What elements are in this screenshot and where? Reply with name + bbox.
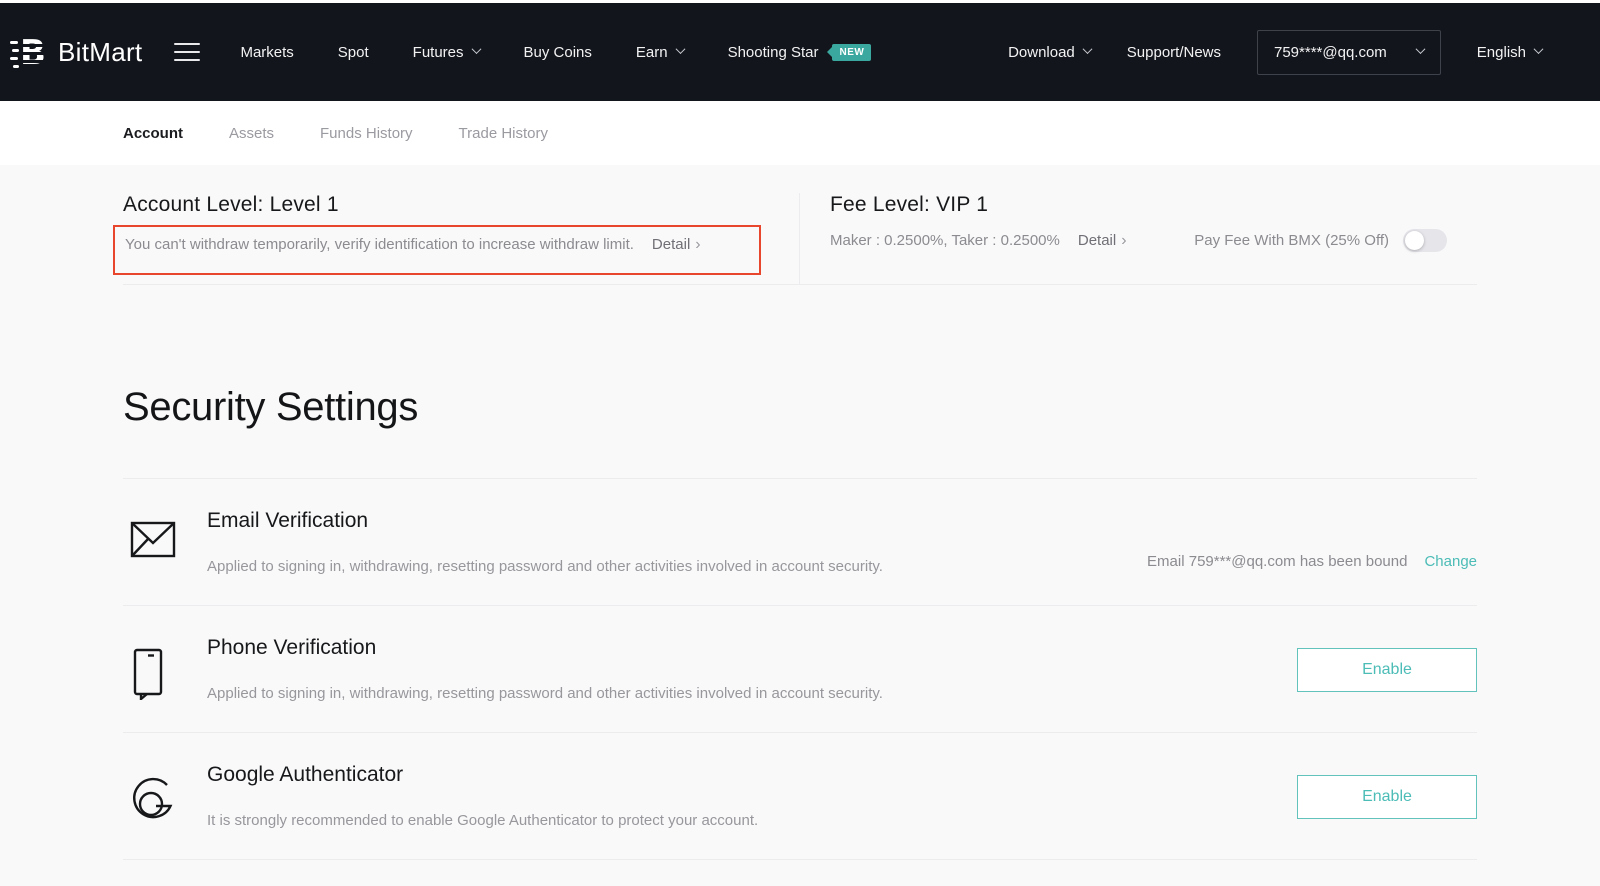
- nav-item-earn[interactable]: Earn: [636, 44, 684, 61]
- email-icon: [130, 521, 180, 563]
- tab-funds-history[interactable]: Funds History: [320, 125, 413, 142]
- google-authenticator-row: Google Authenticator It is strongly reco…: [123, 732, 1477, 859]
- email-verification-row: Email Verification Applied to signing in…: [123, 478, 1477, 605]
- bitmart-logo[interactable]: B BitMart: [10, 32, 142, 72]
- tab-assets[interactable]: Assets: [229, 125, 274, 142]
- hamburger-menu-icon[interactable]: [174, 43, 200, 61]
- phone-verification-row: Phone Verification Applied to signing in…: [123, 605, 1477, 732]
- fee-level-detail-link[interactable]: Detail›: [1078, 232, 1127, 250]
- google-authenticator-desc: It is strongly recommended to enable Goo…: [207, 812, 758, 829]
- chevron-down-icon: [675, 44, 685, 54]
- chevron-right-icon: ›: [1121, 232, 1126, 249]
- account-level-panel: Account Level: Level 1 You can't withdra…: [123, 193, 800, 284]
- fee-rates-text: Maker : 0.2500%, Taker : 0.2500%: [830, 232, 1060, 249]
- account-email: 759****@qq.com: [1274, 44, 1387, 61]
- security-rows: Email Verification Applied to signing in…: [123, 478, 1477, 860]
- tab-trade-history[interactable]: Trade History: [459, 125, 548, 142]
- account-level-detail-link[interactable]: Detail›: [652, 236, 701, 254]
- account-tab-bar: Account Assets Funds History Trade Histo…: [0, 101, 1600, 165]
- google-authenticator-title: Google Authenticator: [207, 763, 758, 787]
- nav-item-spot[interactable]: Spot: [338, 44, 369, 61]
- nav-item-futures[interactable]: Futures: [413, 44, 480, 61]
- nav-item-support-news[interactable]: Support/News: [1127, 44, 1221, 61]
- nav-item-buy-coins[interactable]: Buy Coins: [524, 44, 592, 61]
- fee-level-panel: Fee Level: VIP 1 Maker : 0.2500%, Taker …: [800, 193, 1477, 284]
- nav-item-download[interactable]: Download: [1008, 44, 1091, 61]
- top-navigation-bar: B BitMart Markets Spot Futures Buy Coins…: [0, 3, 1600, 101]
- nav-item-markets[interactable]: Markets: [240, 44, 293, 61]
- nav-item-shooting-star[interactable]: Shooting StarNEW: [728, 44, 872, 61]
- chevron-down-icon: [1082, 44, 1092, 54]
- email-verification-title: Email Verification: [207, 509, 883, 533]
- phone-icon: [130, 648, 180, 705]
- enable-google-authenticator-button[interactable]: Enable: [1297, 775, 1477, 819]
- main-content: Account Level: Level 1 You can't withdra…: [0, 165, 1600, 886]
- tab-account[interactable]: Account: [123, 125, 183, 142]
- pay-fee-bmx-toggle[interactable]: [1403, 229, 1447, 252]
- toggle-knob: [1405, 231, 1424, 250]
- phone-verification-desc: Applied to signing in, withdrawing, rese…: [207, 685, 883, 702]
- google-authenticator-icon: [130, 775, 180, 830]
- security-settings-heading: Security Settings: [123, 385, 1477, 430]
- phone-verification-title: Phone Verification: [207, 636, 883, 660]
- account-email-dropdown[interactable]: 759****@qq.com: [1257, 30, 1441, 75]
- chevron-down-icon: [1534, 44, 1544, 54]
- enable-phone-button[interactable]: Enable: [1297, 648, 1477, 692]
- account-level-title: Account Level: Level 1: [123, 193, 799, 217]
- chevron-down-icon: [1415, 44, 1425, 54]
- brand-name: BitMart: [58, 37, 142, 68]
- new-badge: NEW: [832, 44, 871, 61]
- language-selector[interactable]: English: [1477, 44, 1542, 61]
- email-bound-status: Email 759***@qq.com has been bound: [1147, 553, 1407, 570]
- withdraw-warning-highlight-box: You can't withdraw temporarily, verify i…: [113, 225, 761, 275]
- fee-level-title: Fee Level: VIP 1: [830, 193, 1477, 217]
- chevron-down-icon: [471, 44, 481, 54]
- change-email-link[interactable]: Change: [1424, 553, 1477, 570]
- pay-fee-with-bmx-label: Pay Fee With BMX (25% Off): [1194, 232, 1389, 249]
- withdraw-warning-text: You can't withdraw temporarily, verify i…: [125, 236, 634, 253]
- chevron-right-icon: ›: [695, 236, 700, 253]
- level-panels: Account Level: Level 1 You can't withdra…: [123, 165, 1477, 285]
- email-verification-desc: Applied to signing in, withdrawing, rese…: [207, 558, 883, 575]
- bitmart-logo-icon: B: [10, 32, 50, 72]
